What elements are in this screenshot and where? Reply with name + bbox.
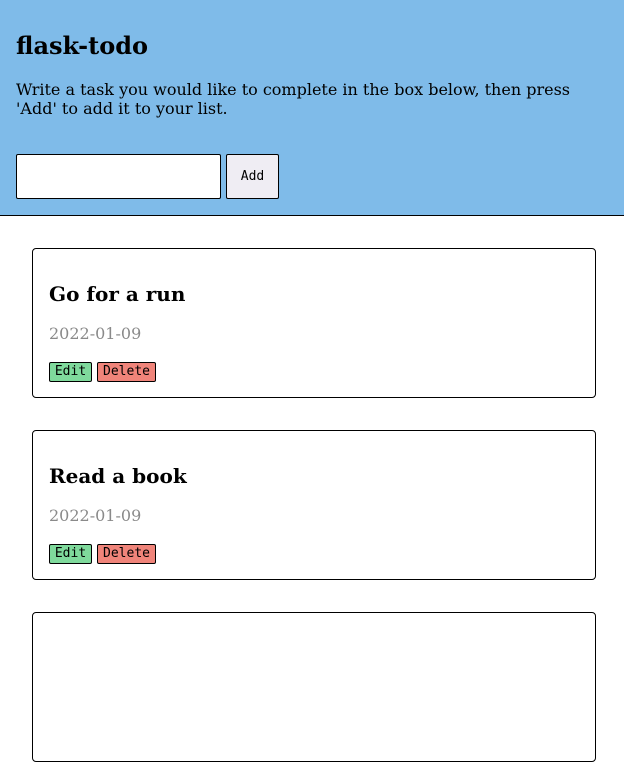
task-input[interactable] [16,154,221,199]
delete-button[interactable]: Delete [97,544,156,564]
task-card: Go for a run 2022-01-09 Edit Delete [32,248,596,398]
add-button[interactable]: Add [226,154,279,199]
header-panel: flask-todo Write a task you would like t… [0,0,624,216]
delete-button[interactable]: Delete [97,362,156,382]
app-title: flask-todo [16,31,149,60]
task-date: 2022-01-09 [49,506,142,525]
task-card: Read a book 2022-01-09 Edit Delete [32,430,596,580]
edit-button[interactable]: Edit [49,544,92,564]
task-date: 2022-01-09 [49,324,142,343]
task-title: Go for a run [49,282,186,306]
task-card [32,612,596,762]
edit-button[interactable]: Edit [49,362,92,382]
instructions-text: Write a task you would like to complete … [16,80,570,118]
task-title: Read a book [49,464,187,488]
